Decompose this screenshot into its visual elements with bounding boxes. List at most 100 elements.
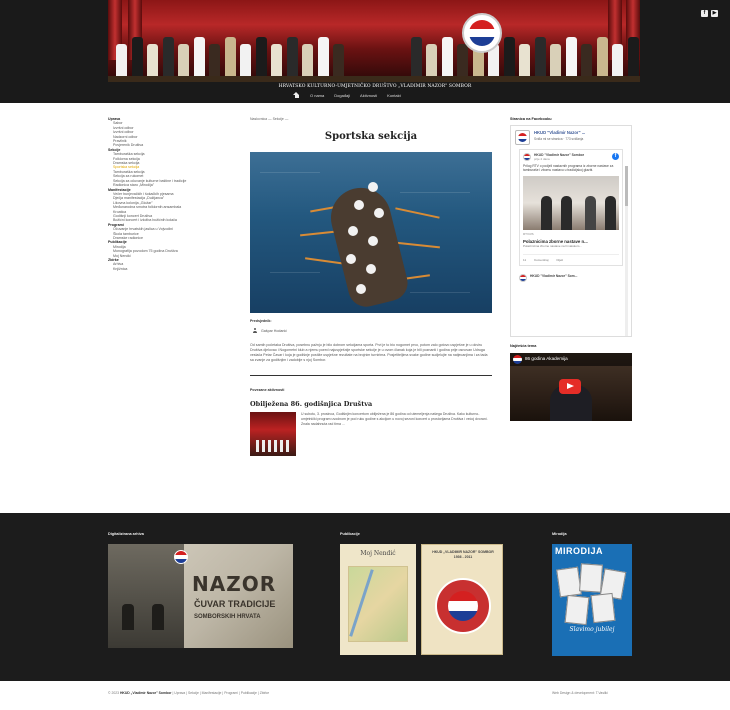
- hero-image-rowing-boat: [250, 152, 492, 313]
- related-article-thumbnail[interactable]: [250, 412, 296, 456]
- publications-title: Publikacije: [340, 532, 360, 536]
- nav-item-o-nama[interactable]: O nama: [310, 93, 324, 98]
- site-header: HRVATSKO KULTURNO-UMJETNIČKO DRUŠTVO „VL…: [0, 0, 730, 103]
- fb-post-author[interactable]: HKUD "Vladimir Nazor" Som...: [530, 274, 577, 282]
- user-icon: [252, 328, 257, 333]
- youtube-video-embed[interactable]: 86 godina Akademija: [510, 353, 632, 421]
- fb-page-logo[interactable]: [515, 130, 530, 145]
- related-label: Povezane aktivnosti: [250, 388, 285, 392]
- banner-figure: [426, 44, 437, 78]
- nav-item-aktivnosti[interactable]: Aktivnosti: [360, 93, 377, 98]
- mirodija-magazine-cover[interactable]: MIRODIJA Slavimo jubilej: [552, 544, 632, 656]
- magazine-title: MIRODIJA: [555, 546, 604, 556]
- video-title[interactable]: 86 godina Akademija: [525, 356, 568, 361]
- banner-figure: [193, 37, 205, 78]
- banner-figure: [271, 44, 282, 78]
- banner-figure: [581, 44, 592, 78]
- copyright-year: © 2023: [108, 691, 119, 695]
- banner-figure: [255, 37, 267, 78]
- banner-figure: [240, 44, 251, 78]
- fb-link-source: RTV.RS: [523, 232, 534, 237]
- banner-figure: [317, 37, 329, 78]
- fb-post-time: prije 2 dana: [534, 157, 550, 161]
- book-title: HKUD „VLADIMIR NAZOR" SOMBOR 1936 - 2011: [432, 550, 494, 559]
- credits[interactable]: Web Design & development: T.Vasilić: [552, 691, 608, 695]
- related-section: Povezane aktivnosti Obilježena 86. godiš…: [250, 375, 492, 456]
- sidebar-item[interactable]: Knjižnica: [108, 267, 238, 271]
- archive-title: Digitalizirana arhiva: [108, 532, 144, 536]
- author-label: Predsjednik:: [250, 319, 272, 323]
- archive-banner-subtitle: ČUVAR TRADICIJE: [194, 599, 276, 609]
- right-sidebar: Stranica na Facebooku HKUD "Vladimir Naz…: [510, 117, 632, 421]
- fb-scrollbar[interactable]: [625, 166, 628, 336]
- fb-post-actions: 11 Komentiraj Dijeli: [523, 254, 619, 262]
- banner-figure: [178, 44, 189, 78]
- banner-figure: [565, 37, 577, 78]
- author: Gašpar Hodanić: [250, 328, 492, 333]
- book-title: Moj Nendić: [360, 550, 396, 557]
- fb-comment-button[interactable]: Komentiraj: [534, 258, 548, 262]
- related-article[interactable]: U subotu, 3. prosinca, Godišnjim koncert…: [250, 412, 492, 456]
- youtube-icon[interactable]: ▶: [711, 10, 718, 17]
- fb-share-button[interactable]: Dijeli: [556, 258, 563, 262]
- related-article-title[interactable]: Obilježena 86. godišnjica Društva: [250, 400, 492, 408]
- related-article-excerpt: U subotu, 3. prosinca, Godišnjim koncert…: [301, 412, 488, 426]
- facebook-icon[interactable]: f: [701, 10, 708, 17]
- banner-figure: [457, 44, 468, 78]
- banner-figure: [596, 37, 608, 78]
- main-nav: O nama Događaji Aktivnosti Kontakt: [293, 92, 401, 98]
- mirodija-title: Mirodija: [552, 532, 567, 536]
- fb-post-image[interactable]: [523, 176, 619, 231]
- archive-banner-subtitle-2: SOMBORSKIH HRVATA: [194, 614, 261, 620]
- copyright-name[interactable]: HKUD „Vladimir Nazor" Sombor: [120, 691, 172, 695]
- fb-like-button[interactable]: Sviđa mi se stranica · 773 sviđanja: [534, 137, 585, 141]
- banner-figure: [333, 44, 344, 78]
- play-icon[interactable]: [559, 379, 581, 394]
- banner-figure: [612, 44, 623, 78]
- banner-figure: [519, 44, 530, 78]
- facebook-section-title: Stranica na Facebooku: [510, 117, 552, 121]
- banner-figure: [441, 37, 453, 78]
- facebook-widget[interactable]: HKUD "Vladimir Nazor" ... Sviđa mi se st…: [510, 125, 632, 337]
- banner-figure: [116, 44, 127, 78]
- fb-like-count[interactable]: 11: [523, 258, 526, 262]
- site-footer: Digitalizirana arhiva Publikacije Mirodi…: [0, 513, 730, 681]
- copyright: © 2023 HKUD „Vladimir Nazor" Sombor | Up…: [108, 691, 269, 695]
- banner-figure: [286, 37, 298, 78]
- fb-page-name[interactable]: HKUD "Vladimir Nazor" ...: [534, 130, 585, 135]
- banner-figure: [131, 37, 143, 78]
- sidebar-menu: Uprava Sabor Izvršni odbor Izvršni odbor Nad…: [108, 117, 238, 271]
- banner-figure: [224, 37, 236, 78]
- fb-post[interactable]: HKUD "Vladimir Nazor" Sombor prije 2 dan…: [519, 149, 623, 267]
- banner-figure: [147, 44, 158, 78]
- breadcrumb[interactable]: Naslovnica — Sekcije —: [250, 117, 492, 121]
- banner-figure: [627, 37, 639, 78]
- footer-links[interactable]: | Uprava | Sekcije | Manifestacije | Pro…: [172, 691, 269, 695]
- avatar: [519, 274, 527, 283]
- publication-cover-monograph[interactable]: HKUD „VLADIMIR NAZOR" SOMBOR 1936 - 2011: [421, 544, 503, 655]
- banner-figure: [503, 37, 515, 78]
- banner-figure: [550, 44, 561, 78]
- main-content: Naslovnica — Sekcije — Sportska sekcija …: [250, 117, 492, 456]
- publication-cover-moj-nendic[interactable]: Moj Nendić: [340, 544, 416, 655]
- fb-post[interactable]: HKUD "Vladimir Nazor" Som...: [519, 274, 623, 283]
- site-title[interactable]: HRVATSKO KULTURNO-UMJETNIČKO DRUŠTVO „VL…: [250, 84, 500, 89]
- banner-figure: [162, 37, 174, 78]
- social-links: f ▶: [701, 10, 718, 17]
- video-section-title: Najčešća tema: [510, 344, 537, 348]
- nav-item-dogadaji[interactable]: Događaji: [334, 93, 350, 98]
- society-logo[interactable]: [462, 13, 502, 53]
- avatar: [523, 153, 531, 161]
- page-title: Sportska sekcija: [324, 131, 418, 142]
- home-icon[interactable]: [293, 92, 300, 98]
- banner-figure: [534, 37, 546, 78]
- society-logo: [174, 550, 188, 564]
- header-banner-photo: [108, 0, 640, 82]
- channel-logo: [513, 355, 522, 364]
- digital-archive-banner[interactable]: NAZOR ČUVAR TRADICIJE SOMBORSKIH HRVATA: [108, 544, 293, 648]
- nav-item-kontakt[interactable]: Kontakt: [387, 93, 401, 98]
- facebook-icon: f: [612, 153, 619, 160]
- banner-figure: [302, 44, 313, 78]
- article-body: Od samih početaka Društva, posebnu pažnj…: [250, 343, 488, 362]
- banner-figure: [209, 44, 220, 78]
